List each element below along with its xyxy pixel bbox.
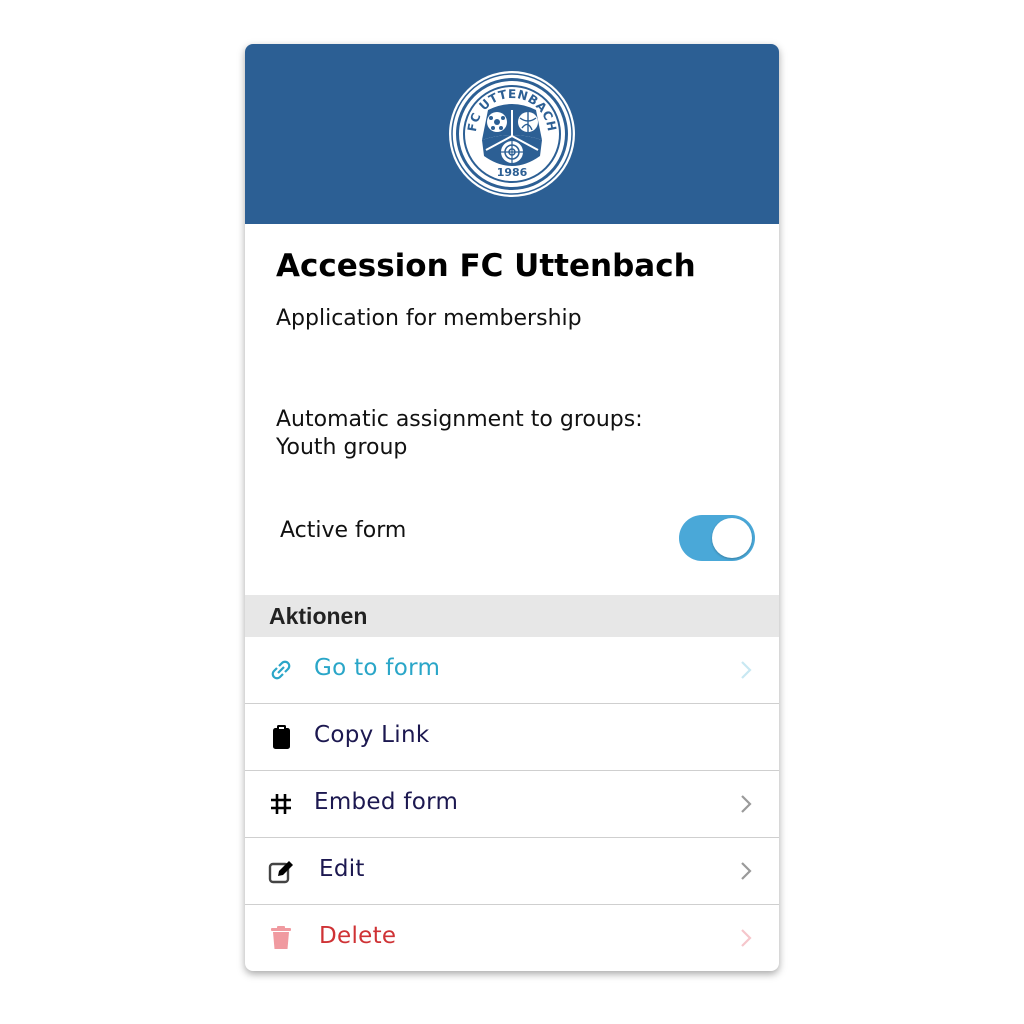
link-icon	[271, 660, 291, 680]
chevron-right-icon	[741, 795, 752, 813]
form-subtitle: Application for membership	[276, 306, 582, 331]
delete-label: Delete	[319, 923, 397, 949]
action-copy-link[interactable]: Copy Link	[245, 704, 779, 771]
actions-header-label: Aktionen	[269, 603, 368, 629]
copy-link-label: Copy Link	[314, 722, 430, 748]
chevron-right-icon	[741, 862, 752, 880]
club-logo: FC UTTENBACH 1986	[449, 71, 575, 197]
active-form-toggle[interactable]	[679, 515, 755, 561]
embed-form-label: Embed form	[314, 789, 459, 815]
action-embed-form[interactable]: Embed form	[245, 771, 779, 838]
hash-icon	[271, 794, 291, 814]
edit-icon	[268, 861, 293, 884]
go-to-form-label: Go to form	[314, 655, 441, 681]
actions-section-header: Aktionen	[245, 595, 779, 637]
form-card: FC UTTENBACH 1986 Accession FC Uttenbach…	[245, 44, 779, 971]
action-edit[interactable]: Edit	[245, 838, 779, 905]
group-assignment: Automatic assignment to groups: Youth gr…	[276, 406, 643, 462]
chevron-right-icon	[741, 661, 752, 679]
action-go-to-form[interactable]: Go to form	[245, 637, 779, 704]
group-assignment-label: Automatic assignment to groups:	[276, 407, 643, 432]
action-delete[interactable]: Delete	[245, 905, 779, 971]
chevron-right-icon	[741, 929, 752, 947]
edit-label: Edit	[319, 856, 365, 882]
svg-text:1986: 1986	[497, 166, 528, 179]
trash-icon	[271, 926, 291, 949]
header-banner: FC UTTENBACH 1986	[245, 44, 779, 224]
active-form-label: Active form	[280, 518, 407, 543]
group-assignment-value: Youth group	[276, 435, 408, 460]
form-title: Accession FC Uttenbach	[276, 248, 696, 284]
clipboard-icon	[273, 725, 290, 749]
toggle-knob[interactable]	[712, 518, 752, 558]
